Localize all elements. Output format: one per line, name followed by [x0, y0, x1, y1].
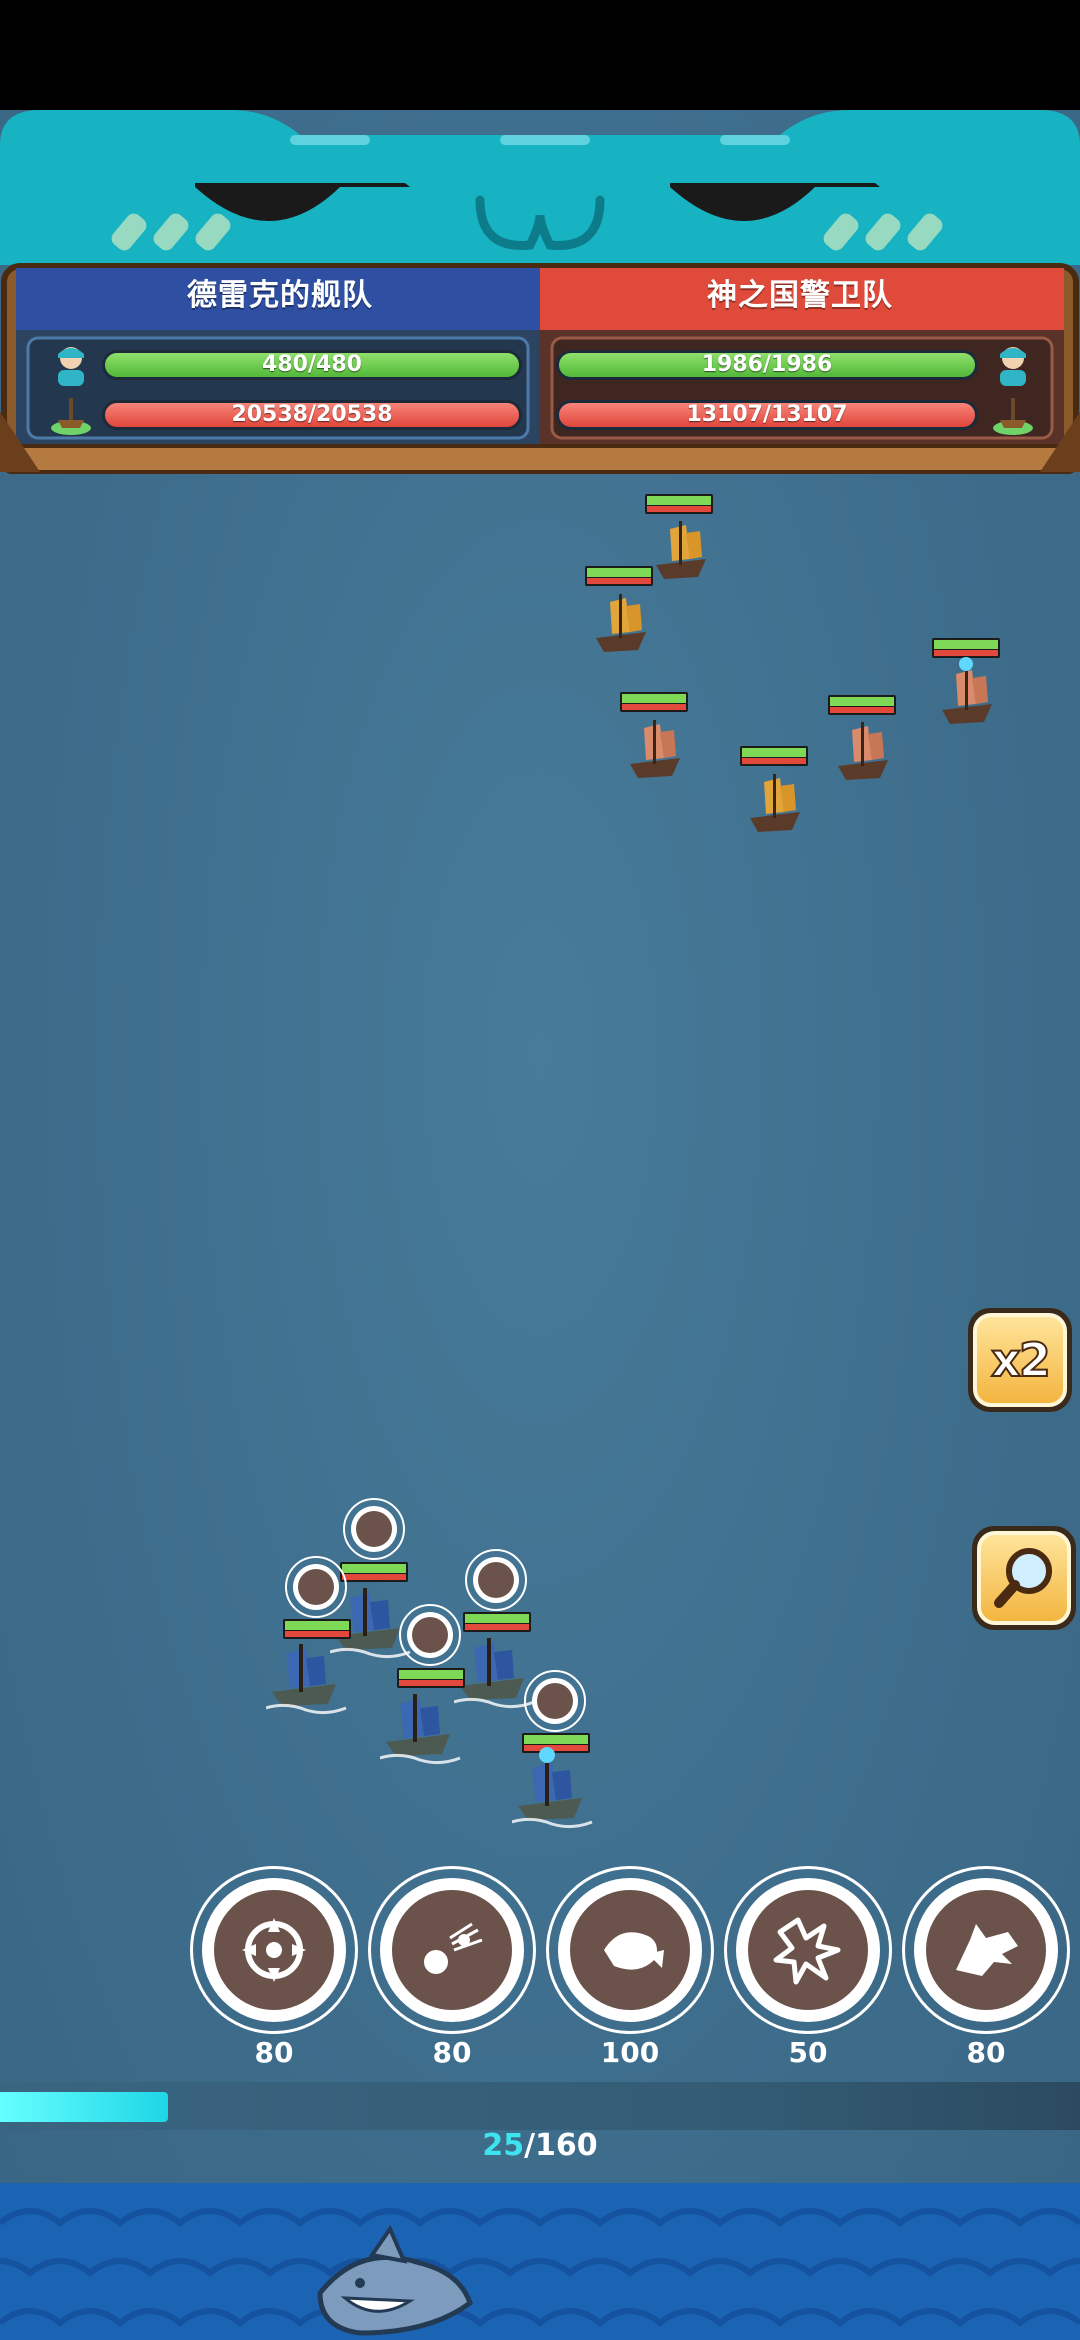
skill-cannonball-button[interactable]	[368, 1866, 536, 2034]
ally-flagship[interactable]	[512, 1746, 596, 1830]
ship-icon	[51, 398, 91, 435]
skill-fish-button[interactable]	[546, 1866, 714, 2034]
speed-label: x2	[990, 1332, 1052, 1388]
energy-current: 25	[482, 2128, 525, 2163]
cat-face-header	[0, 110, 1080, 265]
enemy-ship-hp-bar	[740, 746, 808, 766]
enemy-ship-hp-bar	[828, 695, 896, 715]
speed-x2-button[interactable]: x2	[968, 1308, 1072, 1412]
shark-icon	[317, 2224, 473, 2336]
skill-cost-label: 80	[966, 2036, 1006, 2069]
enemy-fleet-name: 神之国警卫队	[707, 278, 893, 313]
ally-skill-bubble	[465, 1549, 527, 1611]
magnifier-icon	[994, 1548, 1052, 1608]
ally-fleet-name: 德雷克的舰队	[187, 278, 373, 313]
skill-explosion-button[interactable]	[724, 1866, 892, 2034]
enemy-flagship-hp-bar	[932, 638, 1000, 658]
skill-cost-label: 80	[254, 2036, 294, 2069]
ship-icon	[993, 398, 1033, 435]
enemy-ship[interactable]	[650, 515, 712, 587]
wolf-head-icon	[956, 1924, 1018, 1976]
ally-ship[interactable]	[266, 1636, 350, 1716]
energy-max: 160	[535, 2128, 598, 2163]
energy-counter: 25/160	[0, 2128, 1080, 2163]
ally-ship-hp-bar	[340, 1562, 408, 1582]
cannonball-icon	[424, 1922, 483, 1974]
crew-icon	[58, 347, 84, 386]
skill-cost-label: 100	[600, 2036, 660, 2069]
skill-crosshair-button[interactable]	[190, 1866, 358, 2034]
ally-skill-bubble	[285, 1556, 347, 1618]
ally-skill-bubble	[399, 1604, 461, 1666]
ally-skill-bubble	[343, 1498, 405, 1560]
enemy-ship[interactable]	[624, 714, 686, 786]
enemy-ship[interactable]	[590, 588, 652, 660]
wave-strip	[0, 2183, 1080, 2340]
enemy-ships-bar: 13107/13107	[556, 400, 978, 430]
ally-crew-bar: 480/480	[102, 350, 522, 380]
ally-ship-hp-bar	[463, 1612, 531, 1632]
enemy-ship[interactable]	[832, 716, 894, 788]
enemy-crew-bar: 1986/1986	[556, 350, 978, 380]
skill-cost-label: 50	[788, 2036, 828, 2069]
enemy-ship-hp-bar	[620, 692, 688, 712]
enemy-flagship[interactable]	[936, 656, 998, 732]
fish-icon	[604, 1932, 664, 1970]
crew-icon	[1000, 347, 1026, 386]
crosshair-icon	[242, 1918, 306, 1982]
explosion-icon	[773, 1917, 841, 1985]
enemy-ship-hp-bar	[645, 494, 713, 514]
ally-ship-hp-bar	[397, 1668, 465, 1688]
ally-ship[interactable]	[380, 1686, 464, 1766]
ally-skill-bubble	[524, 1670, 586, 1732]
enemy-ship[interactable]	[744, 768, 806, 840]
magnifier-button[interactable]	[972, 1526, 1076, 1630]
skill-cost-label: 80	[432, 2036, 472, 2069]
energy-bar-fill	[0, 2092, 169, 2122]
ally-ships-bar: 20538/20538	[102, 400, 522, 430]
skill-wolf-button[interactable]	[902, 1866, 1070, 2034]
status-bar-area	[0, 0, 1080, 110]
enemy-ship-hp-bar	[585, 566, 653, 586]
energy-separator: /	[524, 2128, 536, 2163]
